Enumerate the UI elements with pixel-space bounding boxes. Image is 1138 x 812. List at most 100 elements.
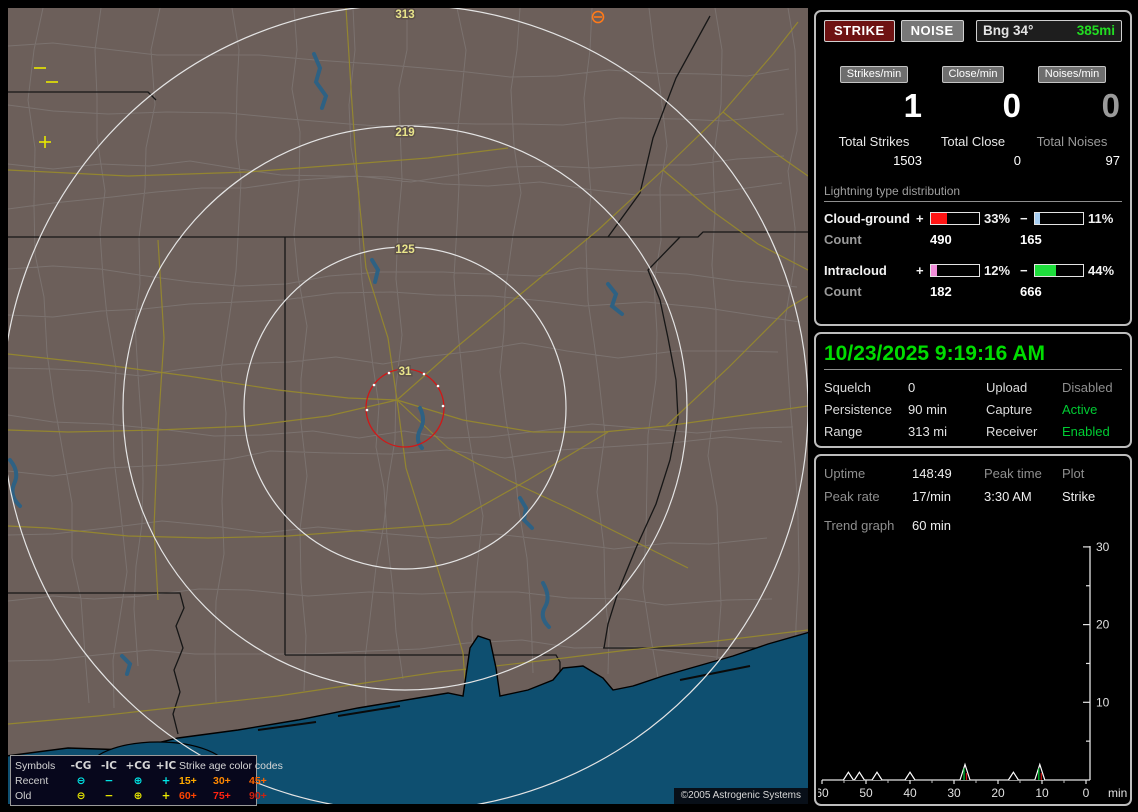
svg-text:min: min xyxy=(1108,786,1127,800)
upload-label: Upload xyxy=(986,380,1028,395)
age-75: 75+ xyxy=(213,789,231,802)
receiver-status: Enabled xyxy=(1062,424,1110,439)
legend-row-recent-label: Recent xyxy=(15,774,49,787)
datetime-display: 10/23/2025 9:19:16 AM xyxy=(824,342,1122,370)
trend-peaks xyxy=(842,762,1046,781)
cg-negative-count: 165 xyxy=(1020,231,1042,247)
bearing-display: Bng 34° 385mi xyxy=(976,20,1122,42)
legend-col-pos-cg: +CG xyxy=(125,759,151,772)
capture-status: Active xyxy=(1062,402,1098,417)
legend-col-pos-ic: +IC xyxy=(155,759,177,772)
bearing-label: Bng 34° xyxy=(983,23,1034,38)
old-neg-cg-icon: ⊖ xyxy=(76,789,86,802)
ring-label-125: 125 xyxy=(395,244,415,256)
cg-negative-pct: 11% xyxy=(1088,210,1114,226)
peak-rate-value: 17/min xyxy=(912,489,952,504)
distribution-title: Lightning type distribution xyxy=(824,184,1122,202)
capture-label: Capture xyxy=(986,402,1033,417)
old-pos-cg-icon: ⊕ xyxy=(133,789,143,802)
cg-negative-bar xyxy=(1034,211,1084,225)
noises-per-min-value: 0 xyxy=(1101,87,1120,124)
svg-text:50: 50 xyxy=(859,786,873,800)
strike-mode-button[interactable]: STRIKE xyxy=(824,20,895,42)
recent-neg-ic-icon: − xyxy=(104,774,114,787)
map-legend: Symbols -CG -IC +CG +IC Strike age color… xyxy=(10,755,283,806)
svg-text:40: 40 xyxy=(903,786,917,800)
svg-text:10: 10 xyxy=(1096,695,1110,709)
recent-neg-cg-icon: ⊖ xyxy=(76,774,86,787)
nexstorm-window: 313 219 125 31 Symbols -CG -IC +CG +IC S… xyxy=(0,0,1138,812)
cloud-ground-label: Cloud-ground xyxy=(824,210,910,226)
persistence-label: Persistence xyxy=(824,402,892,417)
svg-text:60: 60 xyxy=(818,786,829,800)
recent-pos-ic-icon: + xyxy=(161,774,171,787)
range-label: Range xyxy=(824,424,863,439)
close-per-min-value: 0 xyxy=(1002,87,1021,124)
persistence-value: 90 min xyxy=(908,402,948,417)
old-neg-ic-icon: − xyxy=(104,789,114,802)
svg-text:0: 0 xyxy=(1083,786,1090,800)
legend-col-neg-ic: -IC xyxy=(101,759,117,772)
stats-panel: Uptime 148:49 Peak time Plot Peak rate 1… xyxy=(814,454,1132,806)
ic-negative-pct: 44% xyxy=(1088,262,1115,278)
cg-positive-count: 490 xyxy=(930,231,952,247)
plus-sign: + xyxy=(916,262,924,278)
plot-value: Strike xyxy=(1062,489,1096,504)
ring-label-219: 219 xyxy=(395,127,414,139)
intracloud-label: Intracloud xyxy=(824,262,887,278)
counters-panel: STRIKE NOISE Bng 34° 385mi Strikes/min 1… xyxy=(814,10,1132,326)
age-60: 60+ xyxy=(179,789,197,802)
legend-age-title: Strike age color codes xyxy=(179,759,283,772)
strike-trend-chart: 10 20 30 60 50 40 30 20 10 0 min xyxy=(818,540,1127,800)
squelch-value: 0 xyxy=(908,380,916,395)
ic-count-label: Count xyxy=(824,283,862,299)
uptime-value: 148:49 xyxy=(912,466,952,481)
trend-axis-labels: 10 20 30 60 50 40 30 20 10 0 min xyxy=(818,540,1127,800)
plus-sign: + xyxy=(916,210,924,226)
squelch-label: Squelch xyxy=(824,380,871,395)
trend-window-value: 60 min xyxy=(912,518,952,533)
minus-sign: − xyxy=(1020,262,1028,278)
total-noises-value: 97 xyxy=(1105,152,1120,168)
status-panel: 10/23/2025 9:19:16 AM Squelch 0 Upload D… xyxy=(814,332,1132,448)
recent-pos-cg-icon: ⊕ xyxy=(133,774,143,787)
cg-count-label: Count xyxy=(824,231,862,247)
lightning-map[interactable]: 313 219 125 31 Symbols -CG -IC +CG +IC S… xyxy=(8,8,808,806)
strikes-per-min-chip[interactable]: Strikes/min xyxy=(839,66,909,83)
total-close-value: 0 xyxy=(1013,152,1021,168)
age-15: 15+ xyxy=(179,774,197,787)
total-strikes-label: Total Strikes xyxy=(838,133,910,149)
ic-negative-bar xyxy=(1034,263,1084,277)
age-90: 90+ xyxy=(249,789,267,802)
svg-text:20: 20 xyxy=(991,786,1005,800)
ic-positive-count: 182 xyxy=(930,283,952,299)
noises-per-min-chip[interactable]: Noises/min xyxy=(1037,66,1107,83)
uptime-label: Uptime xyxy=(824,466,866,481)
ic-positive-bar xyxy=(930,263,980,277)
plot-label: Plot xyxy=(1062,466,1085,481)
svg-text:10: 10 xyxy=(1035,786,1049,800)
close-per-min-chip[interactable]: Close/min xyxy=(941,66,1005,83)
svg-text:20: 20 xyxy=(1096,618,1110,632)
legend-row-old-label: Old xyxy=(15,789,32,802)
noise-mode-button[interactable]: NOISE xyxy=(900,20,964,42)
svg-text:30: 30 xyxy=(1096,540,1110,554)
ring-label-31: 31 xyxy=(399,366,412,378)
map-canvas: 313 219 125 31 xyxy=(8,8,808,804)
age-30: 30+ xyxy=(213,774,231,787)
total-close-label: Total Close xyxy=(940,133,1006,149)
bearing-distance: 385mi xyxy=(1076,23,1115,38)
old-pos-ic-icon: + xyxy=(161,789,171,802)
ring-label-313: 313 xyxy=(395,9,414,21)
peak-time-value: 3:30 AM xyxy=(984,489,1032,504)
cg-positive-bar xyxy=(930,211,980,225)
peak-rate-label: Peak rate xyxy=(824,489,880,504)
upload-status: Disabled xyxy=(1062,380,1113,395)
age-45: 45+ xyxy=(249,774,267,787)
receiver-label: Receiver xyxy=(986,424,1038,439)
total-strikes-value: 1503 xyxy=(893,152,922,168)
strikes-per-min-value: 1 xyxy=(903,87,922,124)
copyright-notice: ©2005 Astrogenic Systems xyxy=(673,788,808,804)
cg-positive-pct: 33% xyxy=(984,210,1011,226)
ic-positive-pct: 12% xyxy=(984,262,1011,278)
